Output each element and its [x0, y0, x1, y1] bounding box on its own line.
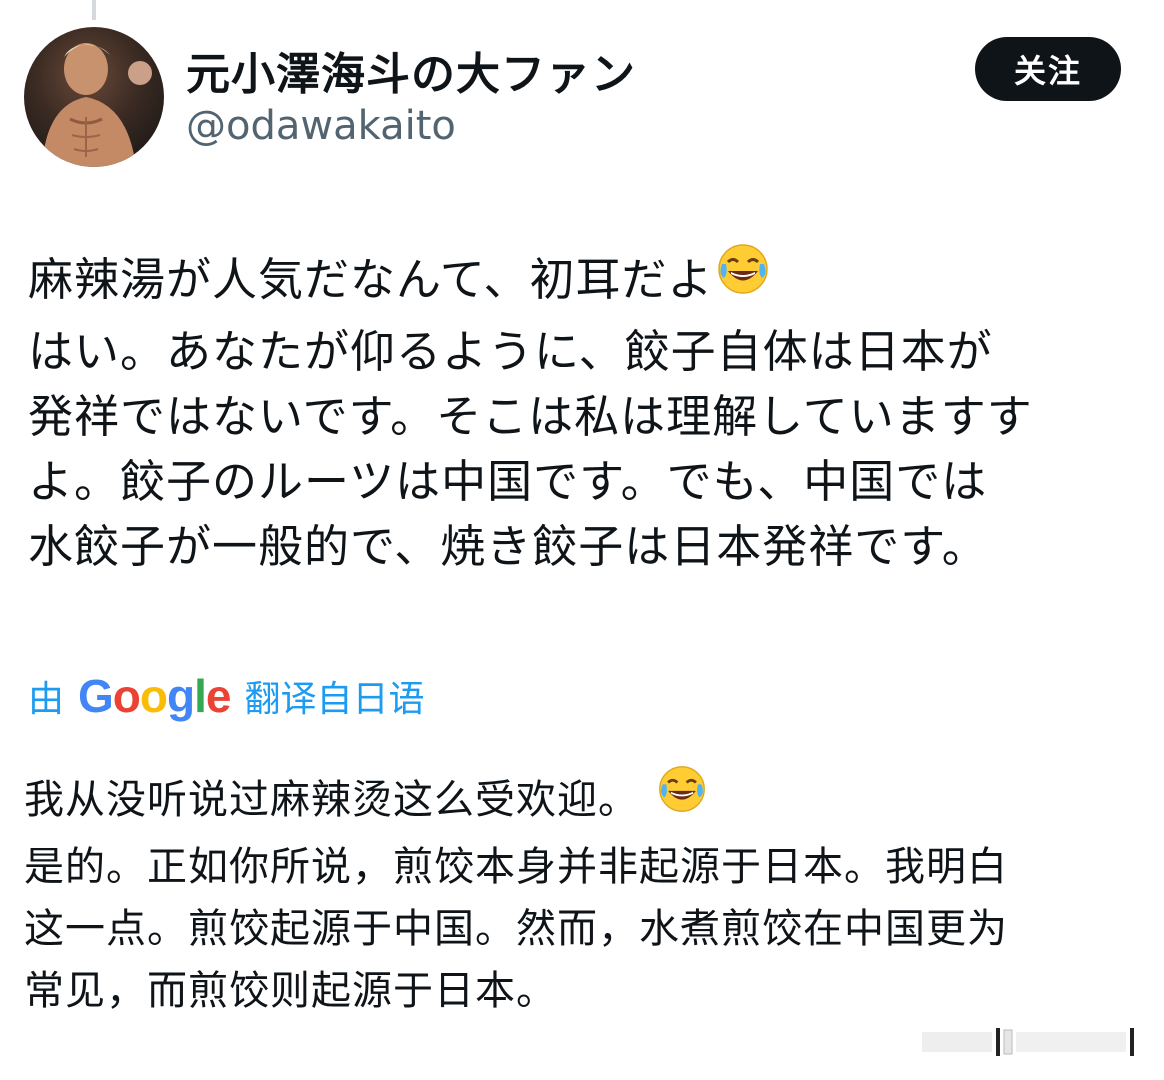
watermark-icon	[922, 1026, 1142, 1058]
translation-prefix: 由	[28, 679, 65, 720]
original-line-text: 麻辣湯が人気だなんて、初耳だよ	[28, 253, 714, 306]
follow-button-label: 关注	[1013, 52, 1082, 90]
original-line: よ。餃子のルーツは中国です。でも、中国では	[28, 454, 988, 508]
translation-attribution[interactable]: 由 Google 翻译自日语	[28, 666, 425, 726]
translated-line-text: 我从没听说过麻辣烫这么受欢迎。	[24, 777, 639, 823]
original-line: 発祥ではないです。そこは私は理解していますす	[28, 389, 1033, 443]
follow-button[interactable]: 关注	[975, 37, 1121, 101]
original-line: はい。あなたが仰るように、餃子自体は日本が	[28, 324, 993, 378]
post-original-text: 麻辣湯が人気だなんて、初耳だよ はい。あなたが仰るように、餃子自体は日本が 発祥…	[28, 243, 1138, 579]
tears-of-joy-emoji-icon	[716, 242, 770, 313]
avatar[interactable]	[24, 27, 164, 167]
translated-line: 是的。正如你所说，煎饺本身并非起源于日本。我明白	[24, 844, 1008, 890]
translated-line: 常见，而煎饺则起源于日本。	[24, 968, 557, 1014]
post-translated-text: 我从没听说过麻辣烫这么受欢迎。 是的。正如你所说，煎饺本身并非起源于日本。我明白…	[24, 766, 1144, 1022]
author-handle[interactable]: @odawakaito	[186, 103, 456, 149]
translation-suffix: 翻译自日语	[244, 679, 425, 720]
translated-line: 这一点。煎饺起源于中国。然而，水煮煎饺在中国更为	[24, 906, 1008, 952]
original-line: 麻辣湯が人気だなんて、初耳だよ	[28, 243, 1138, 319]
original-line: 水餃子が一般的で、焼き餃子は日本発祥です。	[28, 519, 988, 573]
translated-line: 我从没听说过麻辣烫这么受欢迎。	[24, 766, 1144, 836]
tears-of-joy-emoji-icon	[657, 764, 707, 832]
google-logo: Google	[78, 670, 231, 722]
thread-connector-line	[92, 0, 96, 20]
author-display-name[interactable]: 元小澤海斗の大ファン	[186, 38, 636, 102]
profile-photo-icon	[42, 43, 152, 167]
